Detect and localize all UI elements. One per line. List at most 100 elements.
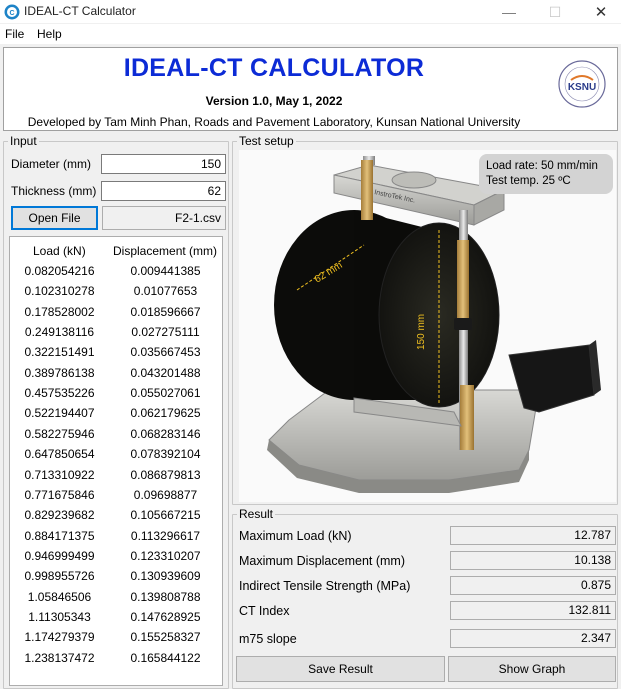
load-cell: 0.322151491	[24, 345, 95, 360]
table-row: 0.102310278 0.01077653	[10, 284, 222, 304]
table-row: 0.082054216 0.009441385	[10, 264, 222, 284]
table-row: 0.647850654 0.078392104	[10, 447, 222, 467]
load-cell: 0.771675846	[24, 487, 95, 502]
thickness-input[interactable]: 62	[101, 181, 226, 201]
test-setup-photo: InstroTek Inc. 150 mm 62 mm Load rate: 5…	[239, 150, 616, 502]
ksnu-logo: KSNU	[558, 60, 606, 108]
max-displacement-label: Maximum Displacement (mm)	[239, 554, 405, 568]
table-row: 0.389786138 0.043201488	[10, 366, 222, 386]
displacement-cell: 0.078392104	[130, 447, 201, 462]
svg-text:C: C	[9, 10, 14, 17]
load-cell: 0.082054216	[24, 264, 95, 278]
table-row: 1.238137472 0.165844122	[10, 651, 222, 671]
maximize-button[interactable]: ☐	[532, 0, 578, 24]
thickness-label: Thickness (mm)	[11, 184, 97, 198]
table-row: 0.178528002 0.018596667	[10, 305, 222, 325]
displacement-cell: 0.105667215	[130, 508, 201, 523]
displacement-cell: 0.009441385	[130, 264, 201, 278]
displacement-cell: 0.147628925	[130, 609, 201, 624]
maximize-icon: ☐	[548, 3, 562, 20]
table-row: 0.322151491 0.035667453	[10, 345, 222, 365]
minimize-button[interactable]: —	[486, 0, 532, 24]
load-cell: 0.998955726	[24, 569, 95, 584]
load-cell: 0.884171375	[24, 528, 95, 543]
load-cell: 1.11305343	[28, 609, 91, 624]
load-cell: 0.249138116	[24, 325, 95, 340]
close-icon: ✕	[594, 4, 608, 21]
displacement-cell: 0.062179625	[130, 406, 201, 421]
version-text: Version 1.0, May 1, 2022	[205, 94, 343, 108]
diameter-label: Diameter (mm)	[11, 157, 91, 171]
table-row: 1.05846506 0.139808788	[10, 590, 222, 610]
load-cell: 0.522194407	[24, 406, 95, 421]
app-title: IDEAL-CT CALCULATOR	[123, 54, 425, 82]
title-bar: C IDEAL-CT Calculator — ☐ ✕	[0, 0, 621, 24]
table-row: 1.11305343 0.147628925	[10, 610, 222, 630]
table-row: 0.771675846 0.09698877	[10, 488, 222, 508]
max-load-value: 12.787	[450, 526, 616, 545]
minimize-icon: —	[502, 4, 516, 20]
developer-text: Developed by Tam Minh Phan, Roads and Pa…	[27, 115, 521, 129]
table-row: 0.829239682 0.105667215	[10, 508, 222, 528]
table-row: 0.998955726 0.130939609	[10, 569, 222, 589]
displacement-cell: 0.043201488	[130, 365, 201, 380]
window-title: IDEAL-CT Calculator	[24, 4, 136, 18]
header-panel: IDEAL-CT CALCULATOR Version 1.0, May 1, …	[3, 47, 618, 131]
file-name-box: F2-1.csv	[102, 206, 226, 230]
ct-index-value: 132.811	[450, 601, 616, 620]
input-group-label: Input	[10, 134, 37, 148]
displacement-cell: 0.123310207	[130, 548, 201, 563]
displacement-cell: 0.139808788	[130, 589, 201, 604]
table-row: 1.174279379 0.155258327	[10, 630, 222, 650]
load-cell: 0.647850654	[24, 447, 95, 462]
table-row: 0.522194407 0.062179625	[10, 406, 222, 426]
diameter-annotation: 150 mm	[416, 314, 427, 350]
load-cell: 0.946999499	[24, 548, 95, 563]
test-setup-group-label: Test setup	[239, 134, 294, 148]
tensile-strength-value: 0.875	[450, 576, 616, 595]
load-cell: 0.178528002	[24, 304, 95, 319]
table-row: 0.946999499 0.123310207	[10, 549, 222, 569]
load-cell: 0.829239682	[24, 508, 95, 523]
m75-slope-label: m75 slope	[239, 632, 297, 646]
load-cell: 0.713310922	[24, 467, 95, 482]
m75-slope-value: 2.347	[450, 629, 616, 648]
displacement-cell: 0.155258327	[130, 630, 201, 645]
max-displacement-value: 10.138	[450, 551, 616, 570]
guide-post	[457, 240, 469, 325]
table-row: 0.249138116 0.027275111	[10, 325, 222, 345]
menu-file[interactable]: File	[5, 27, 24, 41]
table-row: 0.713310922 0.086879813	[10, 468, 222, 488]
base-plate	[268, 389, 540, 481]
displacement-cell: 0.165844122	[130, 650, 201, 665]
diameter-input[interactable]: 150	[101, 154, 226, 174]
column-header-load: Load (kN)	[33, 244, 86, 258]
displacement-cell: 0.01077653	[133, 284, 198, 299]
menu-help[interactable]: Help	[37, 27, 62, 41]
load-cell: 1.174279379	[24, 630, 95, 645]
app-icon: C	[4, 4, 20, 20]
displacement-cell: 0.086879813	[130, 467, 201, 482]
save-result-button[interactable]: Save Result	[236, 656, 445, 682]
menu-bar: File Help	[0, 24, 621, 44]
load-cell: 0.457535226	[24, 386, 95, 401]
result-group-label: Result	[239, 507, 274, 521]
load-cell: 0.102310278	[24, 284, 95, 299]
load-rate-text: Load rate: 50 mm/min	[486, 160, 598, 172]
data-table[interactable]: Load (kN) Displacement (mm) 0.082054216 0…	[9, 236, 223, 686]
load-cell: 1.05846506	[27, 589, 92, 604]
logo-text: KSNU	[568, 82, 596, 93]
load-cell: 0.582275946	[24, 426, 95, 441]
test-conditions-box: Load rate: 50 mm/min Test temp. 25 ºC	[479, 154, 613, 194]
close-button[interactable]: ✕	[578, 0, 621, 24]
displacement-cell: 0.130939609	[130, 569, 201, 584]
table-row: 0.582275946 0.068283146	[10, 427, 222, 447]
test-temp-text: Test temp. 25 ºC	[486, 175, 571, 187]
max-load-label: Maximum Load (kN)	[239, 529, 352, 543]
show-graph-button[interactable]: Show Graph	[448, 656, 616, 682]
tensile-strength-label: Indirect Tensile Strength (MPa)	[239, 579, 411, 593]
open-file-button[interactable]: Open File	[11, 206, 98, 230]
displacement-cell: 0.09698877	[133, 487, 198, 502]
ct-index-label: CT Index	[239, 604, 290, 618]
displacement-cell: 0.018596667	[130, 304, 201, 319]
